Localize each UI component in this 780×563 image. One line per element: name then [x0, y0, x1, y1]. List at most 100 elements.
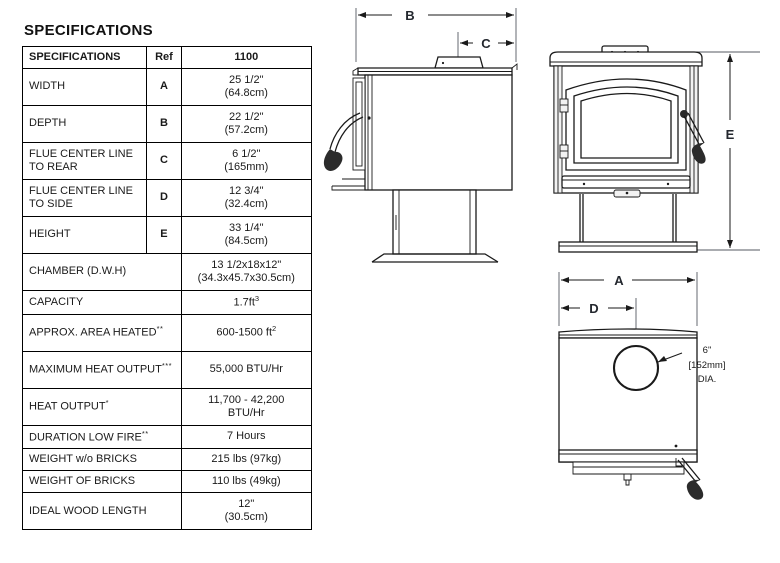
- table-row: FLUE CENTER LINE TO REAR C 6 1/2" (165mm…: [21, 141, 313, 180]
- spec-value-superscript: 3: [254, 293, 260, 303]
- spec-label-footnote: *: [105, 398, 110, 408]
- dimension-d: D: [561, 301, 634, 316]
- spec-value-secondary: (32.4cm): [224, 197, 268, 210]
- ash-lip-side: [331, 178, 365, 191]
- spec-value-secondary: (30.5cm): [224, 511, 268, 524]
- flue-opening: [612, 344, 660, 392]
- dimension-label-a: A: [614, 273, 624, 288]
- stove-door-front: [565, 78, 687, 171]
- spec-label-text: DURATION LOW FIRE: [29, 431, 142, 444]
- spec-label: DURATION LOW FIRE**: [22, 424, 182, 450]
- spec-label: HEIGHT: [21, 215, 148, 254]
- spec-label: DEPTH: [21, 104, 148, 143]
- front-view-drawing: E: [549, 45, 760, 253]
- spec-value-primary: 25 1/2": [229, 74, 264, 86]
- spec-value-secondary: (57.2cm): [224, 123, 268, 136]
- specifications-table: SPECIFICATIONS Ref 1100 WIDTH A 25 1/2" …: [21, 46, 313, 531]
- table-row: DEPTH B 22 1/2" (57.2cm): [21, 104, 313, 143]
- spec-value: 110 lbs (49kg): [180, 470, 313, 494]
- spec-value-secondary: BTU/Hr: [227, 406, 265, 419]
- spec-value-superscript: 2: [272, 324, 277, 334]
- spec-label: FLUE CENTER LINE TO SIDE: [21, 178, 148, 217]
- spec-label-text: MAXIMUM HEAT OUTPUT: [29, 363, 162, 376]
- spec-value-primary: 6 1/2": [232, 148, 261, 160]
- spec-value-secondary: (84.5cm): [224, 234, 268, 247]
- page-title: SPECIFICATIONS: [24, 22, 153, 39]
- spec-value: 55,000 BTU/Hr: [180, 350, 313, 389]
- spec-value-primary: 22 1/2": [229, 111, 264, 123]
- dimension-b: B: [358, 8, 514, 23]
- spec-label: IDEAL WOOD LENGTH: [22, 492, 182, 531]
- spec-ref: E: [146, 215, 182, 254]
- table-row: APPROX. AREA HEATED** 600-1500 ft2: [22, 313, 313, 352]
- spec-label: WEIGHT w/o BRICKS: [22, 448, 182, 472]
- spec-value: 6 1/2" (165mm): [180, 141, 313, 180]
- dimension-label-b: B: [405, 8, 414, 23]
- column-header-ref: Ref: [146, 46, 182, 69]
- ash-lip-front: [561, 175, 691, 198]
- spec-label: HEAT OUTPUT*: [22, 387, 182, 426]
- flue-collar-side: [434, 56, 484, 69]
- spec-value: 12" (30.5cm): [180, 492, 313, 531]
- spec-ref: A: [146, 67, 182, 106]
- side-view-drawing: B C: [323, 8, 518, 263]
- table-row: HEAT OUTPUT* 11,700 - 42,200 BTU/Hr: [22, 387, 313, 426]
- spec-value: 13 1/2x18x12" (34.3x45.7x30.5cm): [180, 252, 313, 291]
- dimension-c: C: [460, 36, 514, 51]
- table-header-row: SPECIFICATIONS Ref 1100: [21, 46, 313, 69]
- spec-label: WIDTH: [21, 67, 148, 106]
- spec-ref: D: [146, 178, 182, 217]
- spec-value-primary: 12": [238, 498, 255, 511]
- flue-note-line2: [152mm]: [689, 360, 726, 371]
- spec-value-primary: 600-1500 ft: [216, 326, 272, 339]
- stove-top-plate-front: [549, 51, 703, 67]
- table-row: WIDTH A 25 1/2" (64.8cm): [21, 67, 313, 106]
- specifications-panel: SPECIFICATIONS SPECIFICATIONS Ref 1100 W…: [21, 22, 314, 531]
- spec-value: 600-1500 ft2: [180, 313, 313, 352]
- spec-value-primary: 12 3/4": [229, 185, 264, 197]
- spec-label: FLUE CENTER LINE TO REAR: [21, 141, 148, 180]
- spec-label: MAXIMUM HEAT OUTPUT***: [22, 350, 182, 389]
- spec-value: 1.7ft3: [180, 289, 313, 315]
- table-row: MAXIMUM HEAT OUTPUT*** 55,000 BTU/Hr: [22, 350, 313, 389]
- spec-label-footnote: **: [156, 324, 164, 334]
- base-plate-side: [371, 253, 499, 263]
- top-view-drawing: A D 6" [152mm] DIA.: [558, 272, 726, 500]
- spec-label-text: APPROX. AREA HEATED: [29, 326, 157, 339]
- ash-lip-top: [572, 461, 685, 486]
- spec-value: 22 1/2" (57.2cm): [180, 104, 313, 143]
- table-row: FLUE CENTER LINE TO SIDE D 12 3/4" (32.4…: [21, 178, 313, 217]
- spec-value: 7 Hours: [180, 424, 313, 450]
- spec-label-text: HEAT OUTPUT: [29, 400, 106, 413]
- spec-value-secondary: (165mm): [224, 160, 269, 173]
- flue-note-line3: DIA.: [698, 374, 716, 385]
- spec-value-primary: 1.7ft: [233, 296, 255, 309]
- spec-label: WEIGHT OF BRICKS: [22, 470, 182, 494]
- spec-label-footnote: ***: [161, 361, 173, 371]
- spec-ref: B: [146, 104, 182, 143]
- flue-note-line1: 6": [703, 345, 712, 356]
- table-row: HEIGHT E 33 1/4" (84.5cm): [21, 215, 313, 254]
- dimension-e: E: [726, 54, 735, 248]
- spec-value: 12 3/4" (32.4cm): [180, 178, 313, 217]
- dimension-label-e: E: [726, 127, 735, 142]
- spec-label-footnote: **: [141, 428, 149, 438]
- table-row: WEIGHT w/o BRICKS 215 lbs (97kg): [22, 448, 313, 472]
- base-plate-front: [558, 241, 698, 253]
- spec-value-secondary: (34.3x45.7x30.5cm): [197, 271, 295, 284]
- spec-value: 11,700 - 42,200 BTU/Hr: [180, 387, 313, 426]
- spec-value: 25 1/2" (64.8cm): [180, 67, 313, 106]
- table-row: CAPACITY 1.7ft3: [22, 289, 313, 315]
- dimension-label-c: C: [481, 36, 491, 51]
- spec-value-primary: 11,700 - 42,200: [208, 393, 285, 406]
- spec-label: CHAMBER (D.W.H): [22, 252, 182, 291]
- pedestal-front: [579, 194, 677, 242]
- spec-ref: C: [146, 141, 182, 180]
- dimension-a: A: [561, 273, 695, 288]
- spec-value: 215 lbs (97kg): [180, 448, 313, 472]
- column-header-model: 1100: [180, 46, 313, 69]
- pedestal-side: [392, 189, 477, 255]
- spec-value-secondary: (64.8cm): [224, 86, 268, 99]
- spec-value-primary: 13 1/2x18x12": [211, 259, 282, 271]
- stove-body-side: [364, 74, 513, 191]
